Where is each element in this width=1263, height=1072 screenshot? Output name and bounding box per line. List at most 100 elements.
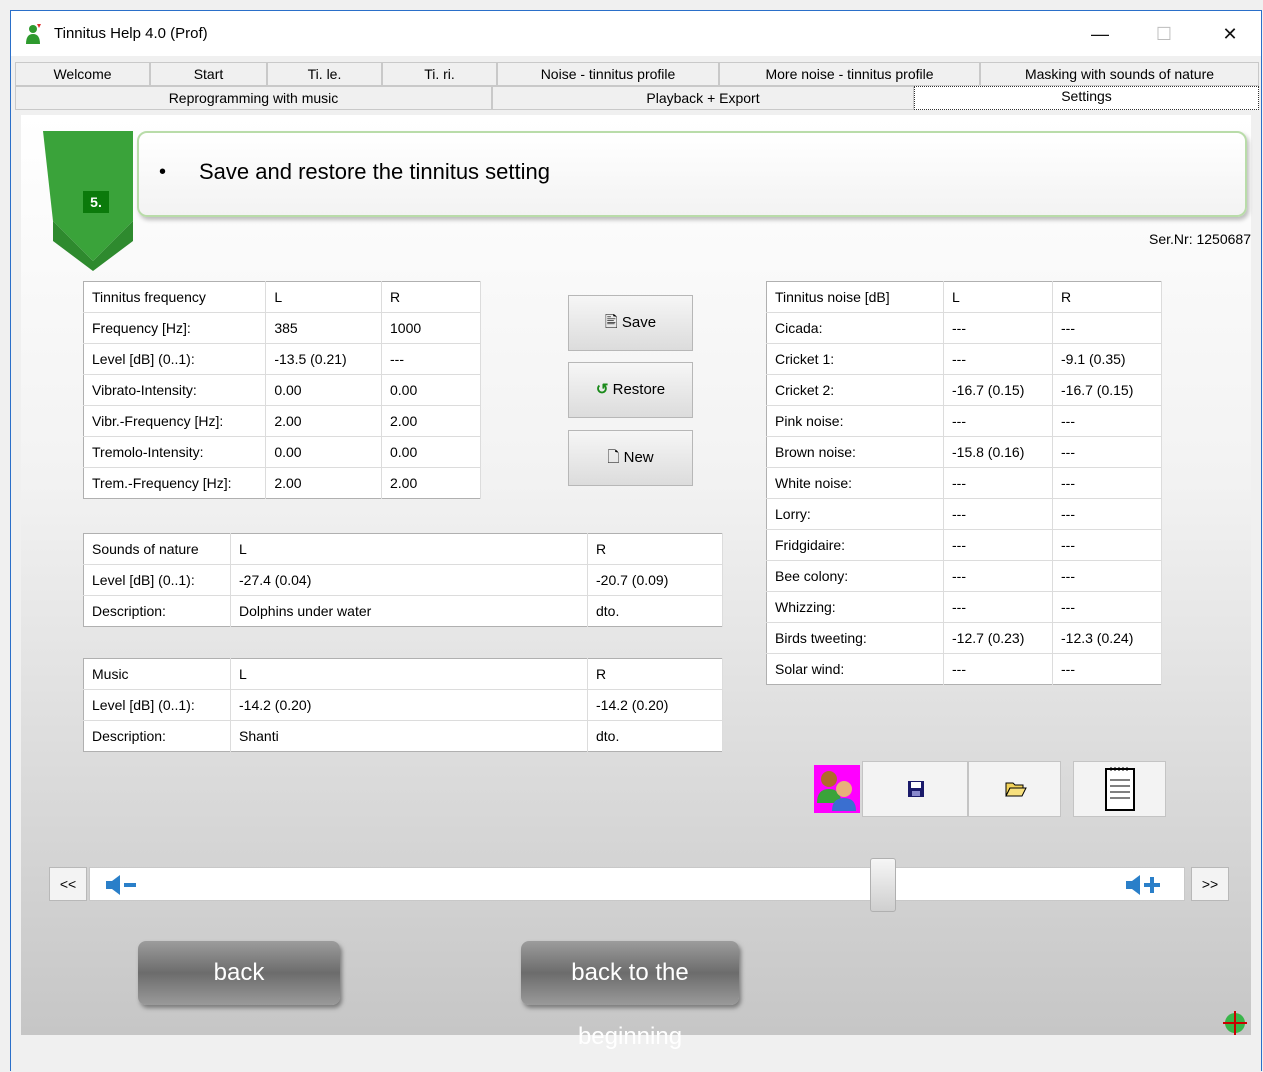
volume-slider-thumb[interactable] (870, 858, 896, 912)
row-label: White noise: (766, 467, 944, 499)
tab-noise-profile[interactable]: Noise - tinnitus profile (497, 62, 719, 86)
minimize-button[interactable]: — (1077, 19, 1123, 49)
table-header-cell: L (943, 281, 1053, 313)
table-header-row: Music L R (83, 658, 723, 690)
right-value: -14.2 (0.20) (587, 689, 723, 721)
tab-welcome[interactable]: Welcome (15, 62, 150, 86)
table-row: Fridgidaire: --- --- (766, 529, 1162, 561)
volume-up-icon (1126, 875, 1160, 895)
app-logo-icon (26, 24, 41, 44)
close-button[interactable]: ✕ (1207, 19, 1253, 49)
open-file-button[interactable] (968, 761, 1061, 817)
table-header-cell: Tinnitus noise [dB] (766, 281, 944, 313)
left-value: --- (943, 312, 1053, 344)
volume-next-button[interactable]: >> (1191, 867, 1229, 901)
left-value: 0.00 (265, 374, 382, 406)
step-banner: • Save and restore the tinnitus setting (137, 131, 1247, 217)
left-value: -14.2 (0.20) (230, 689, 588, 721)
row-label: Solar wind: (766, 653, 944, 685)
table-row: Brown noise: -15.8 (0.16) --- (766, 436, 1162, 468)
restore-label: Restore (612, 381, 666, 398)
left-value: -27.4 (0.04) (230, 564, 588, 596)
users-icon[interactable] (814, 765, 860, 813)
table-row: Level [dB] (0..1): -27.4 (0.04) -20.7 (0.0… (83, 564, 723, 596)
left-value: --- (943, 498, 1053, 530)
left-value: -16.7 (0.15) (943, 374, 1053, 406)
right-value: --- (381, 343, 481, 375)
table-row: Lorry: --- --- (766, 498, 1162, 530)
row-label: Level [dB] (0..1): (83, 564, 231, 596)
restore-arrow-icon: ↺ (595, 381, 609, 398)
table-row: Cicada: --- --- (766, 312, 1162, 344)
right-value: -20.7 (0.09) (587, 564, 723, 596)
serial-number: Ser.Nr: 1250687 (1149, 231, 1251, 247)
table-header-row: Tinnitus noise [dB] L R (766, 281, 1162, 313)
bullet-icon: • (159, 161, 167, 183)
tab-settings[interactable]: Settings (914, 86, 1259, 110)
tab-tinnitus-left[interactable]: Ti. le. (267, 62, 382, 86)
settings-panel: 5. • Save and restore the tinnitus setti… (21, 115, 1251, 1050)
left-value: 0.00 (265, 436, 382, 468)
left-value: Shanti (230, 720, 588, 752)
table-row: Cricket 1: --- -9.1 (0.35) (766, 343, 1162, 375)
tab-playback-export[interactable]: Playback + Export (492, 86, 914, 110)
right-value: 0.00 (381, 436, 481, 468)
right-value: 2.00 (381, 405, 481, 437)
row-label: Tremolo-Intensity: (83, 436, 267, 468)
tinnitus-frequency-table: Tinnitus frequency L R Frequency [Hz]: 38… (83, 281, 481, 499)
right-value: --- (1052, 405, 1162, 437)
left-value: -13.5 (0.21) (265, 343, 382, 375)
right-value: --- (1052, 529, 1162, 561)
volume-slider-track[interactable] (89, 858, 1185, 912)
table-row: Vibr.-Frequency [Hz]: 2.00 2.00 (83, 405, 481, 437)
row-label: Description: (83, 720, 231, 752)
table-row: Level [dB] (0..1): -13.5 (0.21) --- (83, 343, 481, 375)
window-title: Tinnitus Help 4.0 (Prof) (54, 25, 208, 42)
table-header-cell: L (230, 533, 588, 565)
left-value: --- (943, 467, 1053, 499)
left-value: -15.8 (0.16) (943, 436, 1053, 468)
step-number: 5. (83, 191, 109, 213)
row-label: Cricket 1: (766, 343, 944, 375)
row-label: Cicada: (766, 312, 944, 344)
row-label: Pink noise: (766, 405, 944, 437)
table-row: Birds tweeting: -12.7 (0.23) -12.3 (0.24) (766, 622, 1162, 654)
table-row: Pink noise: --- --- (766, 405, 1162, 437)
save-button[interactable]: 🖹 Save (568, 295, 693, 351)
tab-start[interactable]: Start (150, 62, 267, 86)
notepad-button[interactable] (1073, 761, 1166, 817)
table-row: Frequency [Hz]: 385 1000 (83, 312, 481, 344)
tab-reprogramming-music[interactable]: Reprogramming with music (15, 86, 492, 110)
left-value: 2.00 (265, 405, 382, 437)
back-to-beginning-button[interactable]: back to the beginning (521, 941, 739, 1050)
target-icon[interactable] (1222, 1010, 1248, 1036)
right-value: dto. (587, 720, 723, 752)
table-header-cell: Tinnitus frequency (83, 281, 267, 313)
right-value: dto. (587, 595, 723, 627)
tab-tinnitus-right[interactable]: Ti. ri. (382, 62, 497, 86)
row-label: Description: (83, 595, 231, 627)
right-value: -12.3 (0.24) (1052, 622, 1162, 654)
app-window: Tinnitus Help 4.0 (Prof) — ☐ ✕ Welcome S… (10, 10, 1262, 1071)
maximize-button[interactable]: ☐ (1141, 19, 1187, 49)
table-header-cell: L (265, 281, 382, 313)
volume-prev-button[interactable]: << (49, 867, 87, 901)
tinnitus-noise-table: Tinnitus noise [dB] L R Cicada: --- --- Cr… (766, 281, 1162, 685)
left-value: Dolphins under water (230, 595, 588, 627)
sounds-of-nature-table: Sounds of nature L R Level [dB] (0..1): -… (83, 533, 723, 627)
right-value: 2.00 (381, 467, 481, 499)
tab-masking-nature[interactable]: Masking with sounds of nature (980, 62, 1259, 86)
tab-row-1: Welcome Start Ti. le. Ti. ri. Noise - ti… (15, 62, 1259, 86)
right-value: --- (1052, 436, 1162, 468)
row-label: Vibrato-Intensity: (83, 374, 267, 406)
back-button[interactable]: back (138, 941, 340, 1005)
save-label: Save (621, 314, 657, 331)
new-button[interactable]: 🗋 New (568, 430, 693, 486)
right-value: --- (1052, 467, 1162, 499)
restore-button[interactable]: ↺ Restore (568, 362, 693, 418)
table-header-cell: Sounds of nature (83, 533, 231, 565)
save-file-button[interactable] (862, 761, 968, 817)
tab-more-noise-profile[interactable]: More noise - tinnitus profile (719, 62, 980, 86)
table-row: Trem.-Frequency [Hz]: 2.00 2.00 (83, 467, 481, 499)
row-label: Bee colony: (766, 560, 944, 592)
